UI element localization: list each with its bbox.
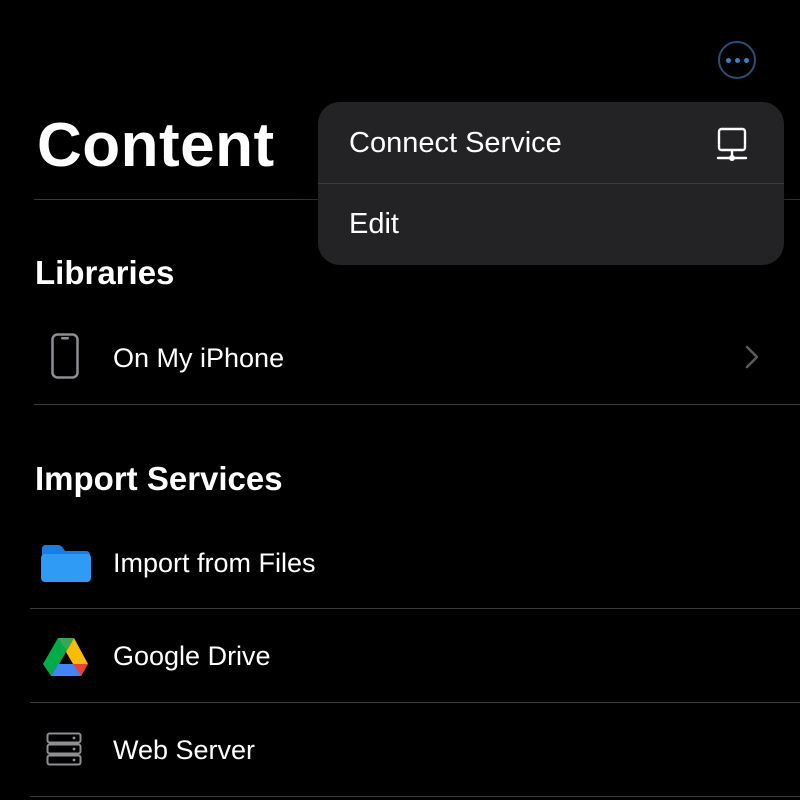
folder-icon: [40, 543, 92, 588]
list-item-label: On My iPhone: [113, 343, 285, 373]
menu-item-label: Edit: [349, 208, 399, 240]
list-item-label: Import from Files: [113, 548, 316, 578]
list-item-google-drive[interactable]: Google Drive: [0, 609, 800, 702]
chevron-right-icon: [745, 345, 759, 374]
row-divider: [30, 796, 800, 797]
more-options-button[interactable]: [718, 41, 756, 79]
ellipsis-dot: [743, 57, 749, 63]
section-header-import-services: Import Services: [35, 460, 283, 497]
row-divider: [34, 404, 800, 405]
context-menu: Connect Service Edit: [318, 102, 784, 265]
server-icon: [46, 732, 82, 771]
ellipsis-circle-icon: [725, 57, 731, 63]
page-title: Content: [37, 111, 275, 180]
section-header-libraries: Libraries: [35, 254, 175, 291]
list-item-import-from-files[interactable]: Import from Files: [0, 530, 800, 608]
list-item-on-my-iphone[interactable]: On My iPhone: [0, 325, 800, 405]
iphone-icon: [51, 333, 79, 384]
google-drive-icon: [43, 637, 89, 682]
ellipsis-dot: [734, 57, 740, 63]
menu-item-edit[interactable]: Edit: [318, 184, 784, 265]
list-item-web-server[interactable]: Web Server: [0, 703, 800, 796]
network-computer-icon: [716, 127, 748, 168]
list-item-label: Google Drive: [113, 641, 271, 671]
menu-item-label: Connect Service: [349, 127, 562, 159]
menu-item-connect-service[interactable]: Connect Service: [318, 102, 784, 184]
list-item-label: Web Server: [113, 735, 256, 765]
